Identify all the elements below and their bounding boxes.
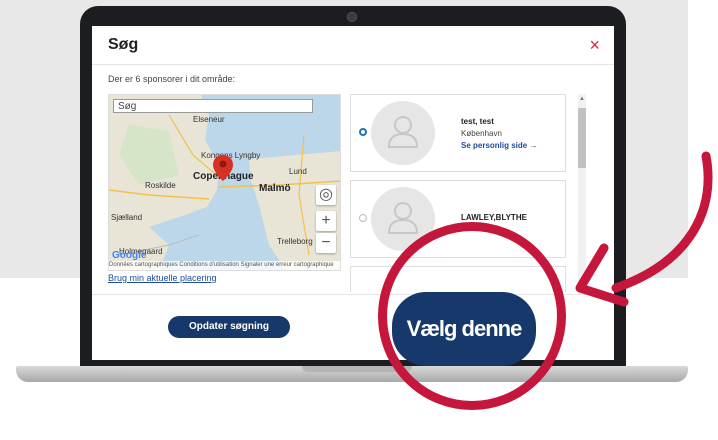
zoom-out-button[interactable]: − xyxy=(316,233,336,253)
close-icon[interactable]: × xyxy=(589,35,600,56)
zoom-in-button[interactable]: + xyxy=(316,211,336,231)
user-icon xyxy=(387,202,419,234)
modal-title: Søg xyxy=(108,36,139,53)
sponsor-city: København xyxy=(461,129,502,138)
my-location-icon[interactable]: ◎ xyxy=(316,185,336,205)
highlight-circle xyxy=(378,222,566,410)
update-search-button[interactable]: Opdater søgning xyxy=(168,316,290,338)
map-label-malmo: Malmö xyxy=(259,183,291,194)
map-search-input[interactable]: Søg xyxy=(113,99,313,113)
sponsor-radio[interactable] xyxy=(359,214,367,222)
map-pin-icon[interactable] xyxy=(213,155,233,181)
map-label-roskilde: Roskilde xyxy=(145,181,176,190)
sponsor-card[interactable]: test, test København Se personlig side → xyxy=(350,94,566,172)
sponsor-name: LAWLEY,BLYTHE xyxy=(461,213,527,222)
map-label-lund: Lund xyxy=(289,167,307,176)
map-label-trelleborg: Trelleborg xyxy=(277,237,313,246)
map-label-sjaelland: Sjælland xyxy=(111,213,143,222)
map-attribution: Données cartographiques Conditions d'uti… xyxy=(109,261,340,270)
scroll-up-icon[interactable]: ▲ xyxy=(578,94,586,104)
sponsor-profile-link[interactable]: Se personlig side → xyxy=(461,141,537,150)
use-current-location-link[interactable]: Brug min aktuelle placering xyxy=(108,273,217,283)
google-logo: Google xyxy=(112,250,147,261)
sponsor-count-text: Der er 6 sponsorer i dit område: xyxy=(108,74,236,84)
modal-header: Søg × xyxy=(92,26,614,65)
sponsor-radio[interactable] xyxy=(359,128,367,136)
webcam xyxy=(347,12,357,22)
sponsor-list-scrollbar[interactable]: ▲ xyxy=(578,94,586,294)
avatar xyxy=(371,101,435,165)
map-label-elseneur: Elseneur xyxy=(193,115,225,124)
map[interactable]: Søg Elseneur Kongens Lyngby Copenhague R… xyxy=(108,94,341,271)
user-icon xyxy=(387,116,419,148)
sponsor-name: test, test xyxy=(461,117,494,126)
scrollbar-thumb[interactable] xyxy=(578,108,586,168)
